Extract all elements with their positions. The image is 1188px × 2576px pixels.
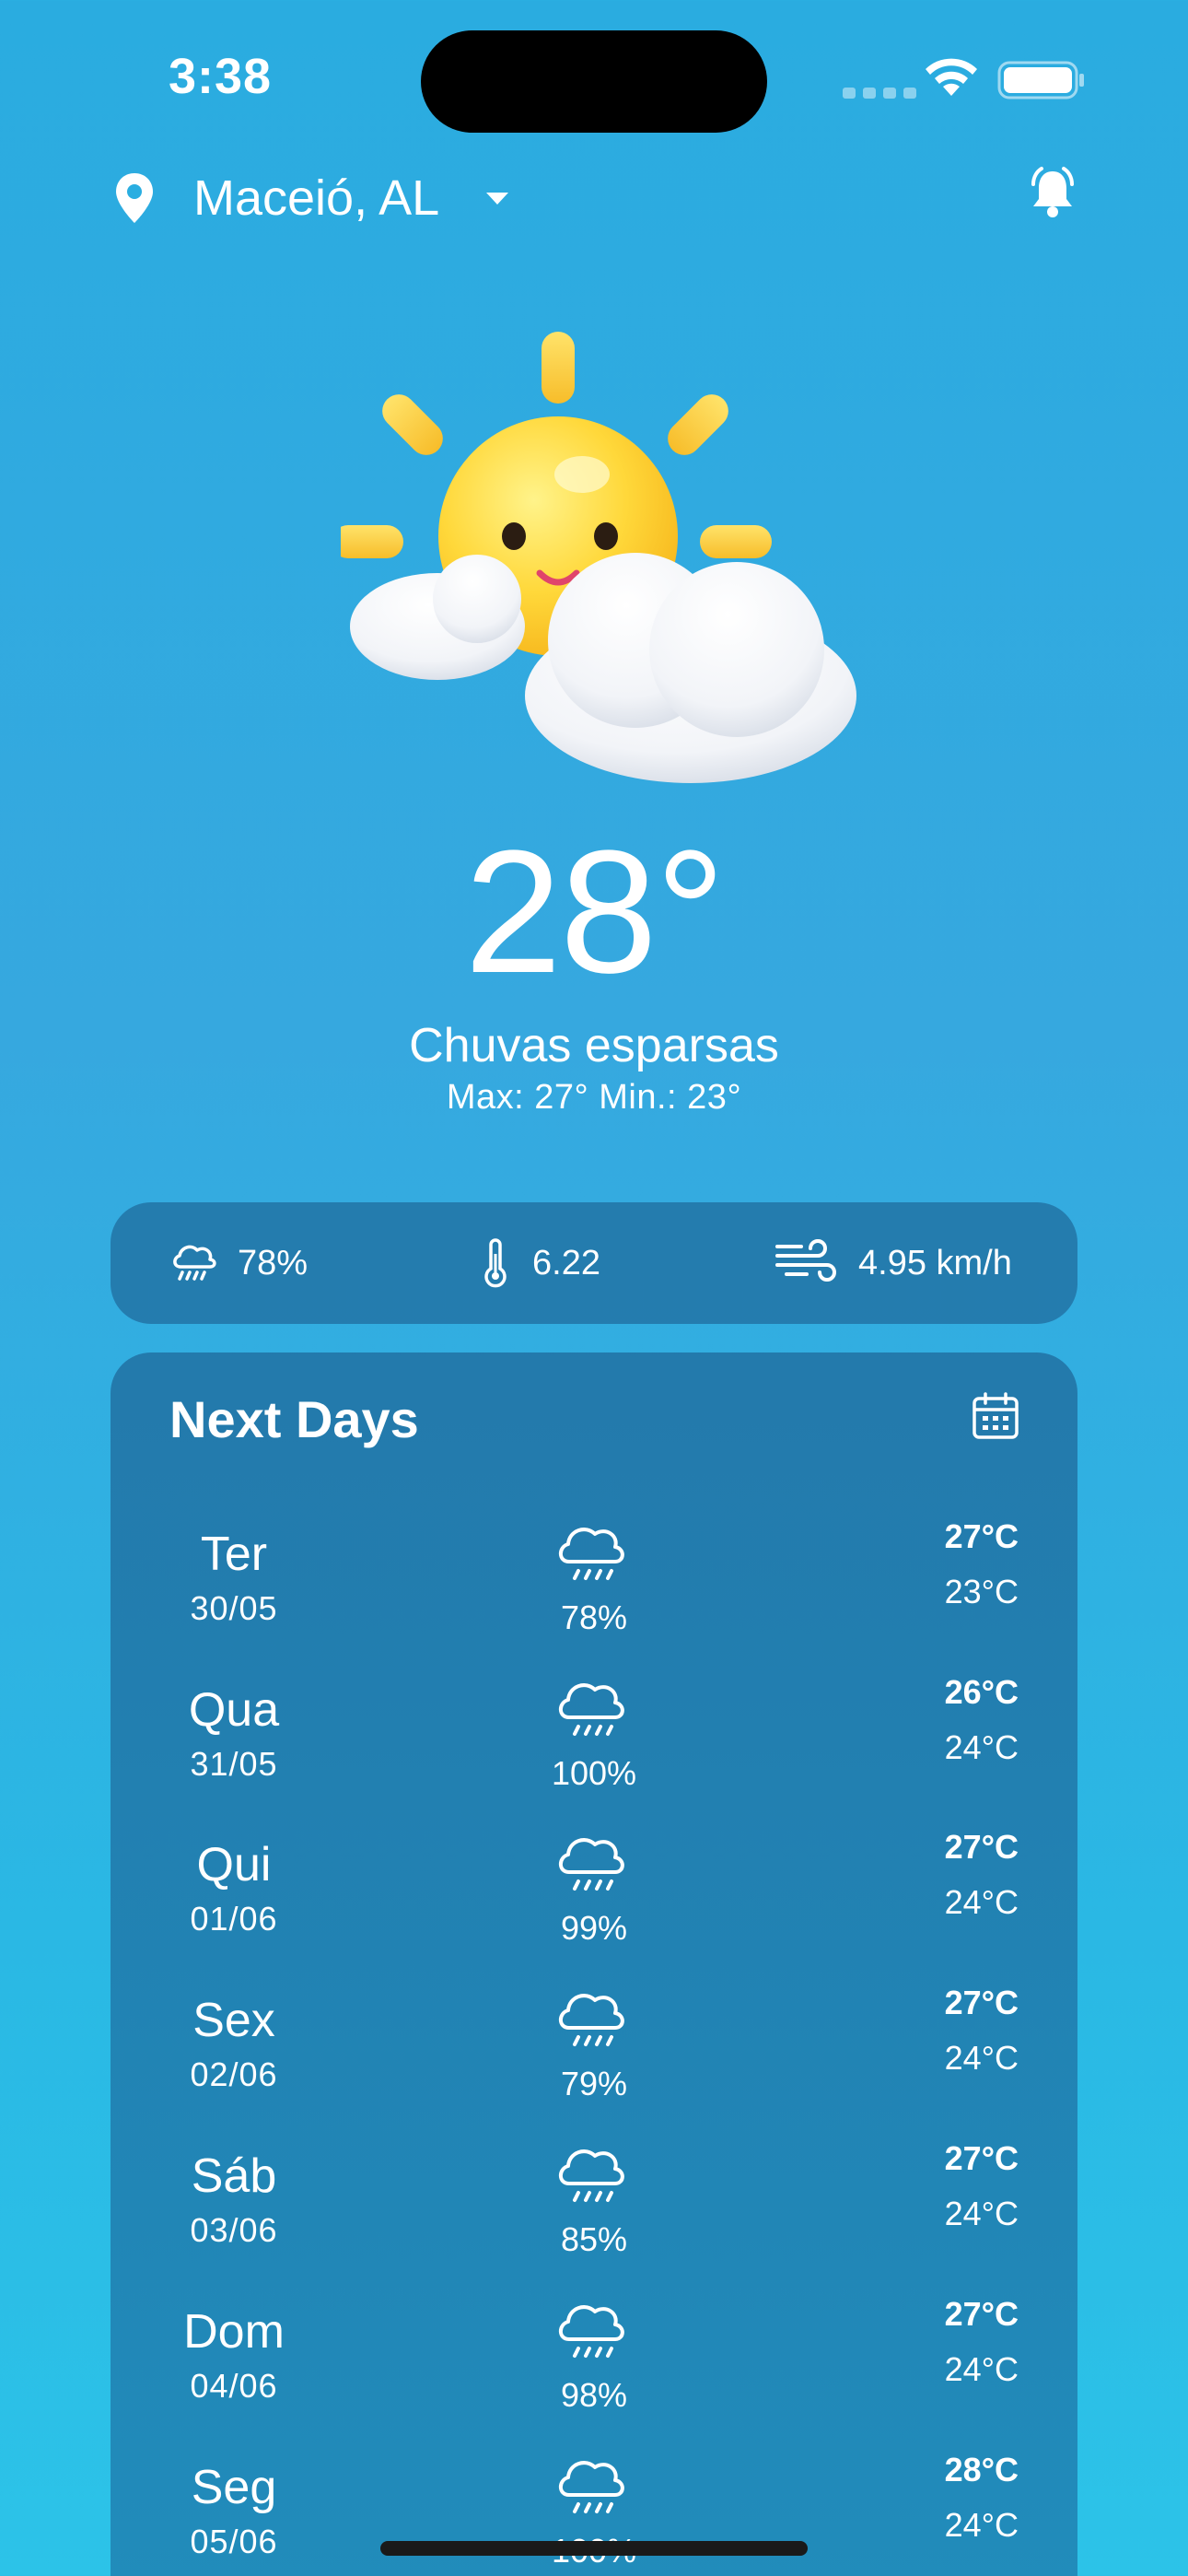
day-date: 31/05 bbox=[190, 1745, 278, 1783]
home-indicator[interactable] bbox=[380, 2541, 808, 2556]
day-name: Ter bbox=[200, 1528, 268, 1581]
day-row[interactable]: Sex 02/06 79% 27°C 24°C bbox=[111, 1980, 1077, 2137]
sun-behind-clouds-icon bbox=[341, 332, 856, 783]
day-date: 01/06 bbox=[190, 1900, 278, 1938]
day-min-temp: 24°C bbox=[944, 2350, 1019, 2388]
day-date: 30/05 bbox=[190, 1589, 278, 1627]
cellular-signal-icon bbox=[843, 88, 916, 99]
day-rain-probability: 100% bbox=[551, 1754, 637, 1792]
day-min-temp: 24°C bbox=[944, 2039, 1019, 2077]
cloud-rain-icon bbox=[553, 1824, 635, 1907]
bell-ringing-icon[interactable] bbox=[1028, 166, 1077, 221]
metric-rain-value: 78% bbox=[238, 1243, 309, 1282]
day-min-temp: 24°C bbox=[944, 2195, 1019, 2232]
day-row[interactable]: Qua 31/05 100% 26°C 24°C bbox=[111, 1669, 1077, 1826]
metric-temperature: 6.22 bbox=[479, 1202, 600, 1324]
day-name: Dom bbox=[183, 2305, 285, 2359]
day-max-temp: 28°C bbox=[944, 2451, 1019, 2488]
day-max-temp: 27°C bbox=[944, 2295, 1019, 2333]
cloud-rain-icon bbox=[553, 2291, 635, 2374]
metric-wind-value: 4.95 km/h bbox=[858, 1243, 1012, 1282]
day-row[interactable]: Ter 30/05 78% 27°C 23°C bbox=[111, 1514, 1077, 1670]
current-condition: Chuvas esparsas bbox=[409, 1019, 779, 1072]
thermometer-icon bbox=[484, 1238, 507, 1288]
cloud-rain-icon bbox=[553, 2447, 635, 2530]
day-max-temp: 26°C bbox=[944, 1673, 1019, 1711]
day-rain-probability: 79% bbox=[560, 2065, 628, 2102]
current-min-max: Max: 27° Min.: 23° bbox=[446, 1078, 742, 1117]
day-date: 05/06 bbox=[190, 2523, 278, 2560]
cloud-rain-icon bbox=[553, 2136, 635, 2219]
day-rain-probability: 85% bbox=[560, 2220, 628, 2258]
dynamic-island bbox=[421, 30, 767, 133]
battery-icon bbox=[997, 61, 1084, 100]
day-min-temp: 23°C bbox=[944, 1573, 1019, 1610]
status-bar: 3:38 bbox=[0, 0, 1188, 147]
calendar-icon[interactable] bbox=[971, 1391, 1020, 1441]
day-min-temp: 24°C bbox=[944, 1728, 1019, 1766]
day-row[interactable]: Qui 01/06 99% 27°C 24°C bbox=[111, 1824, 1077, 1981]
wifi-icon bbox=[926, 58, 977, 96]
metric-wind: 4.95 km/h bbox=[774, 1202, 1012, 1324]
day-date: 02/06 bbox=[190, 2055, 278, 2093]
day-date: 04/06 bbox=[190, 2367, 278, 2405]
day-name: Seg bbox=[191, 2461, 277, 2514]
day-row[interactable]: Seg05/06100%28°C24°C bbox=[111, 2447, 1077, 2576]
day-max-temp: 27°C bbox=[944, 1828, 1019, 1866]
day-name: Sáb bbox=[191, 2149, 277, 2203]
day-min-temp: 24°C bbox=[944, 1883, 1019, 1921]
next-days-card: Next Days Ter 30/05 78% 27°C 23°C Qua 31/05 100… bbox=[111, 1352, 1077, 2576]
map-pin-icon bbox=[116, 173, 153, 223]
cloud-rain-icon bbox=[553, 1514, 635, 1597]
current-temperature: 28° bbox=[464, 814, 725, 1010]
day-name: Qui bbox=[196, 1838, 272, 1891]
cloud-rain-icon bbox=[173, 1245, 216, 1281]
day-name: Qua bbox=[188, 1683, 280, 1737]
location-selector[interactable]: Maceió, AL bbox=[112, 157, 511, 240]
day-name: Sex bbox=[192, 1994, 275, 2047]
metric-rain: 78% bbox=[169, 1202, 308, 1324]
day-max-temp: 27°C bbox=[944, 2139, 1019, 2177]
header: Maceió, AL bbox=[0, 157, 1188, 240]
cloud-rain-icon bbox=[553, 1669, 635, 1752]
metrics-card: 78% 6.22 4.95 km/h bbox=[111, 1202, 1077, 1324]
location-name: Maceió, AL bbox=[193, 170, 440, 226]
day-max-temp: 27°C bbox=[944, 1984, 1019, 2021]
day-row[interactable]: Sáb 03/06 85% 27°C 24°C bbox=[111, 2136, 1077, 2292]
day-rain-probability: 99% bbox=[560, 1909, 628, 1947]
day-rain-probability: 78% bbox=[560, 1598, 628, 1636]
day-row[interactable]: Dom 04/06 98% 27°C 24°C bbox=[111, 2291, 1077, 2448]
metric-temperature-value: 6.22 bbox=[532, 1243, 600, 1282]
wind-icon bbox=[775, 1239, 836, 1282]
caret-down-icon bbox=[486, 193, 509, 205]
status-time: 3:38 bbox=[169, 49, 273, 104]
day-date: 03/06 bbox=[190, 2211, 278, 2249]
day-rain-probability: 98% bbox=[560, 2376, 628, 2414]
day-max-temp: 27°C bbox=[944, 1517, 1019, 1555]
cloud-rain-icon bbox=[553, 1980, 635, 2063]
day-min-temp: 24°C bbox=[944, 2506, 1019, 2544]
next-days-title: Next Days bbox=[169, 1390, 419, 1448]
